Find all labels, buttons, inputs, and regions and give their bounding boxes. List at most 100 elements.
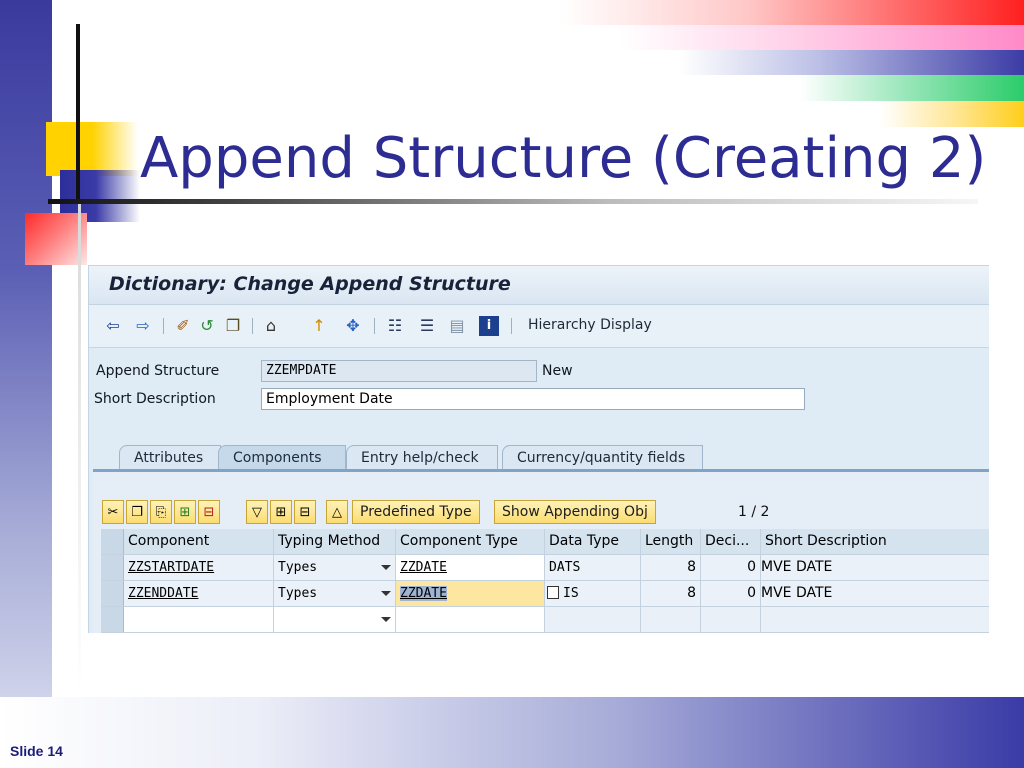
- col-header-decimals[interactable]: Deci...: [701, 529, 761, 554]
- decor-stripe-green: [800, 75, 1024, 101]
- paste-icon[interactable]: ⎘: [150, 500, 172, 524]
- slide-title: Append Structure (Creating 2): [140, 126, 987, 191]
- append-structure-field: ZZEMPDATE: [261, 360, 537, 382]
- slide-left-band: [0, 0, 52, 768]
- info-icon[interactable]: i: [479, 316, 499, 336]
- top-icon[interactable]: △: [326, 500, 348, 524]
- previous-page-icon[interactable]: ⊟: [294, 500, 316, 524]
- sap-window-title: Dictionary: Change Append Structure: [109, 273, 511, 295]
- table-icon[interactable]: ▤: [447, 316, 467, 336]
- typing-method-cell[interactable]: Types: [274, 581, 396, 606]
- row-selector[interactable]: [101, 607, 124, 632]
- dropdown-arrow-icon[interactable]: [381, 617, 391, 622]
- copy-icon[interactable]: ❐: [126, 500, 148, 524]
- filter-icon[interactable]: ▽: [246, 500, 268, 524]
- component-type-cell[interactable]: ZZDATE: [396, 555, 545, 580]
- col-header-length[interactable]: Length: [641, 529, 701, 554]
- decor-stripe-pink: [620, 25, 1024, 50]
- where-used-icon[interactable]: ↑: [309, 316, 329, 336]
- cut-icon[interactable]: ✂: [102, 500, 124, 524]
- length-cell: 8: [641, 581, 701, 606]
- decor-vertical-line: [76, 24, 80, 200]
- tab-entry-help-check[interactable]: Entry help/check: [346, 445, 498, 469]
- page-current: 1: [738, 504, 747, 520]
- component-cell[interactable]: ZZSTARTDATE: [124, 555, 274, 580]
- decimals-cell: 0: [701, 581, 761, 606]
- data-type-value: IS: [563, 586, 579, 601]
- typing-method-cell[interactable]: [274, 607, 396, 632]
- decor-square-yellow: [46, 122, 138, 176]
- length-cell: [641, 607, 701, 632]
- toolbar-separator: [374, 318, 375, 334]
- insert-row-icon[interactable]: ⊞: [174, 500, 196, 524]
- row-selector[interactable]: [101, 581, 124, 606]
- typing-method-value: Types: [278, 586, 318, 601]
- short-description-cell: MVE DATE: [761, 585, 833, 601]
- page-separator: /: [751, 504, 757, 520]
- display-change-icon[interactable]: ↺: [197, 316, 217, 336]
- append-structure-status: New: [542, 363, 573, 379]
- page-indicator: 1 / 2: [738, 504, 769, 520]
- toolbar-separator: [511, 318, 512, 334]
- table-row: ZZSTARTDATE Types ZZDATE DATS 8 0 MVE DA…: [101, 555, 989, 581]
- short-description-field[interactable]: Employment Date: [261, 388, 805, 410]
- typing-method-value: Types: [278, 560, 318, 575]
- col-header-component-type[interactable]: Component Type: [396, 529, 545, 554]
- decimals-cell: 0: [701, 555, 761, 580]
- short-description-label: Short Description: [94, 391, 216, 407]
- slide-bottom-band: [0, 697, 1024, 768]
- dropdown-arrow-icon[interactable]: [381, 565, 391, 570]
- col-header-typing-method[interactable]: Typing Method: [274, 529, 396, 554]
- check-icon[interactable]: ⌂: [261, 316, 281, 336]
- component-type-value: ZZDATE: [400, 586, 447, 601]
- predefined-type-button[interactable]: Predefined Type: [352, 500, 480, 524]
- component-cell[interactable]: ZZENDDATE: [124, 581, 274, 606]
- decor-stripe-blue: [680, 50, 1024, 75]
- tab-components[interactable]: Components: [218, 445, 346, 469]
- value-help-popup-icon[interactable]: [547, 586, 559, 599]
- sap-title-bar: Dictionary: Change Append Structure: [89, 266, 989, 305]
- data-type-cell: [545, 607, 641, 632]
- typing-method-cell[interactable]: Types: [274, 555, 396, 580]
- slide-number: Slide 14: [10, 743, 63, 759]
- row-selector[interactable]: [101, 555, 124, 580]
- other-object-icon[interactable]: ✐: [173, 316, 193, 336]
- sap-window: Dictionary: Change Append Structure ⇦ ⇨ …: [88, 265, 989, 633]
- tab-attributes[interactable]: Attributes: [119, 445, 221, 469]
- length-cell: 8: [641, 555, 701, 580]
- decimals-cell: [701, 607, 761, 632]
- back-icon[interactable]: ⇦: [103, 316, 123, 336]
- object-list-icon[interactable]: ☷: [385, 316, 405, 336]
- append-structure-label: Append Structure: [96, 363, 220, 379]
- select-all-cell[interactable]: [101, 529, 124, 554]
- activate-icon[interactable]: ❐: [223, 316, 243, 336]
- sap-application-toolbar: ⇦ ⇨ ✐ ↺ ❐ ⌂ ↑ ✥ ☷ ☰ ▤ i Hierarchy Displa…: [89, 305, 989, 348]
- component-type-cell-focused[interactable]: ZZDATE: [396, 581, 545, 606]
- data-type-cell: IS: [545, 581, 641, 606]
- delete-row-icon[interactable]: ⊟: [198, 500, 220, 524]
- table-row-empty: [101, 607, 989, 633]
- dropdown-arrow-icon[interactable]: [381, 591, 391, 596]
- col-header-component[interactable]: Component: [124, 529, 274, 554]
- short-description-cell: MVE DATE: [761, 559, 833, 575]
- tab-currency-quantity-fields[interactable]: Currency/quantity fields: [502, 445, 703, 469]
- toolbar-separator: [163, 318, 164, 334]
- table-header-row: Component Typing Method Component Type D…: [101, 529, 989, 555]
- hierarchy-display-button[interactable]: Hierarchy Display: [528, 317, 652, 333]
- table-row: ZZENDDATE Types ZZDATE IS 8 0 MVE DATE: [101, 581, 989, 607]
- first-page-icon[interactable]: ⊞: [270, 500, 292, 524]
- col-header-short-description[interactable]: Short Description: [761, 529, 989, 554]
- show-appending-obj-button[interactable]: Show Appending Obj: [494, 500, 656, 524]
- page-total: 2: [760, 504, 770, 520]
- hierarchy-icon[interactable]: ☰: [417, 316, 437, 336]
- decor-stripe-red: [560, 0, 1024, 25]
- col-header-data-type[interactable]: Data Type: [545, 529, 641, 554]
- component-cell[interactable]: [124, 607, 274, 632]
- short-description-cell: [761, 607, 989, 632]
- navigation-icon[interactable]: ✥: [343, 316, 363, 336]
- toolbar-separator: [252, 318, 253, 334]
- data-type-cell: DATS: [545, 555, 641, 580]
- component-type-cell[interactable]: [396, 607, 545, 632]
- forward-icon[interactable]: ⇨: [133, 316, 153, 336]
- decor-horizontal-line: [48, 199, 978, 204]
